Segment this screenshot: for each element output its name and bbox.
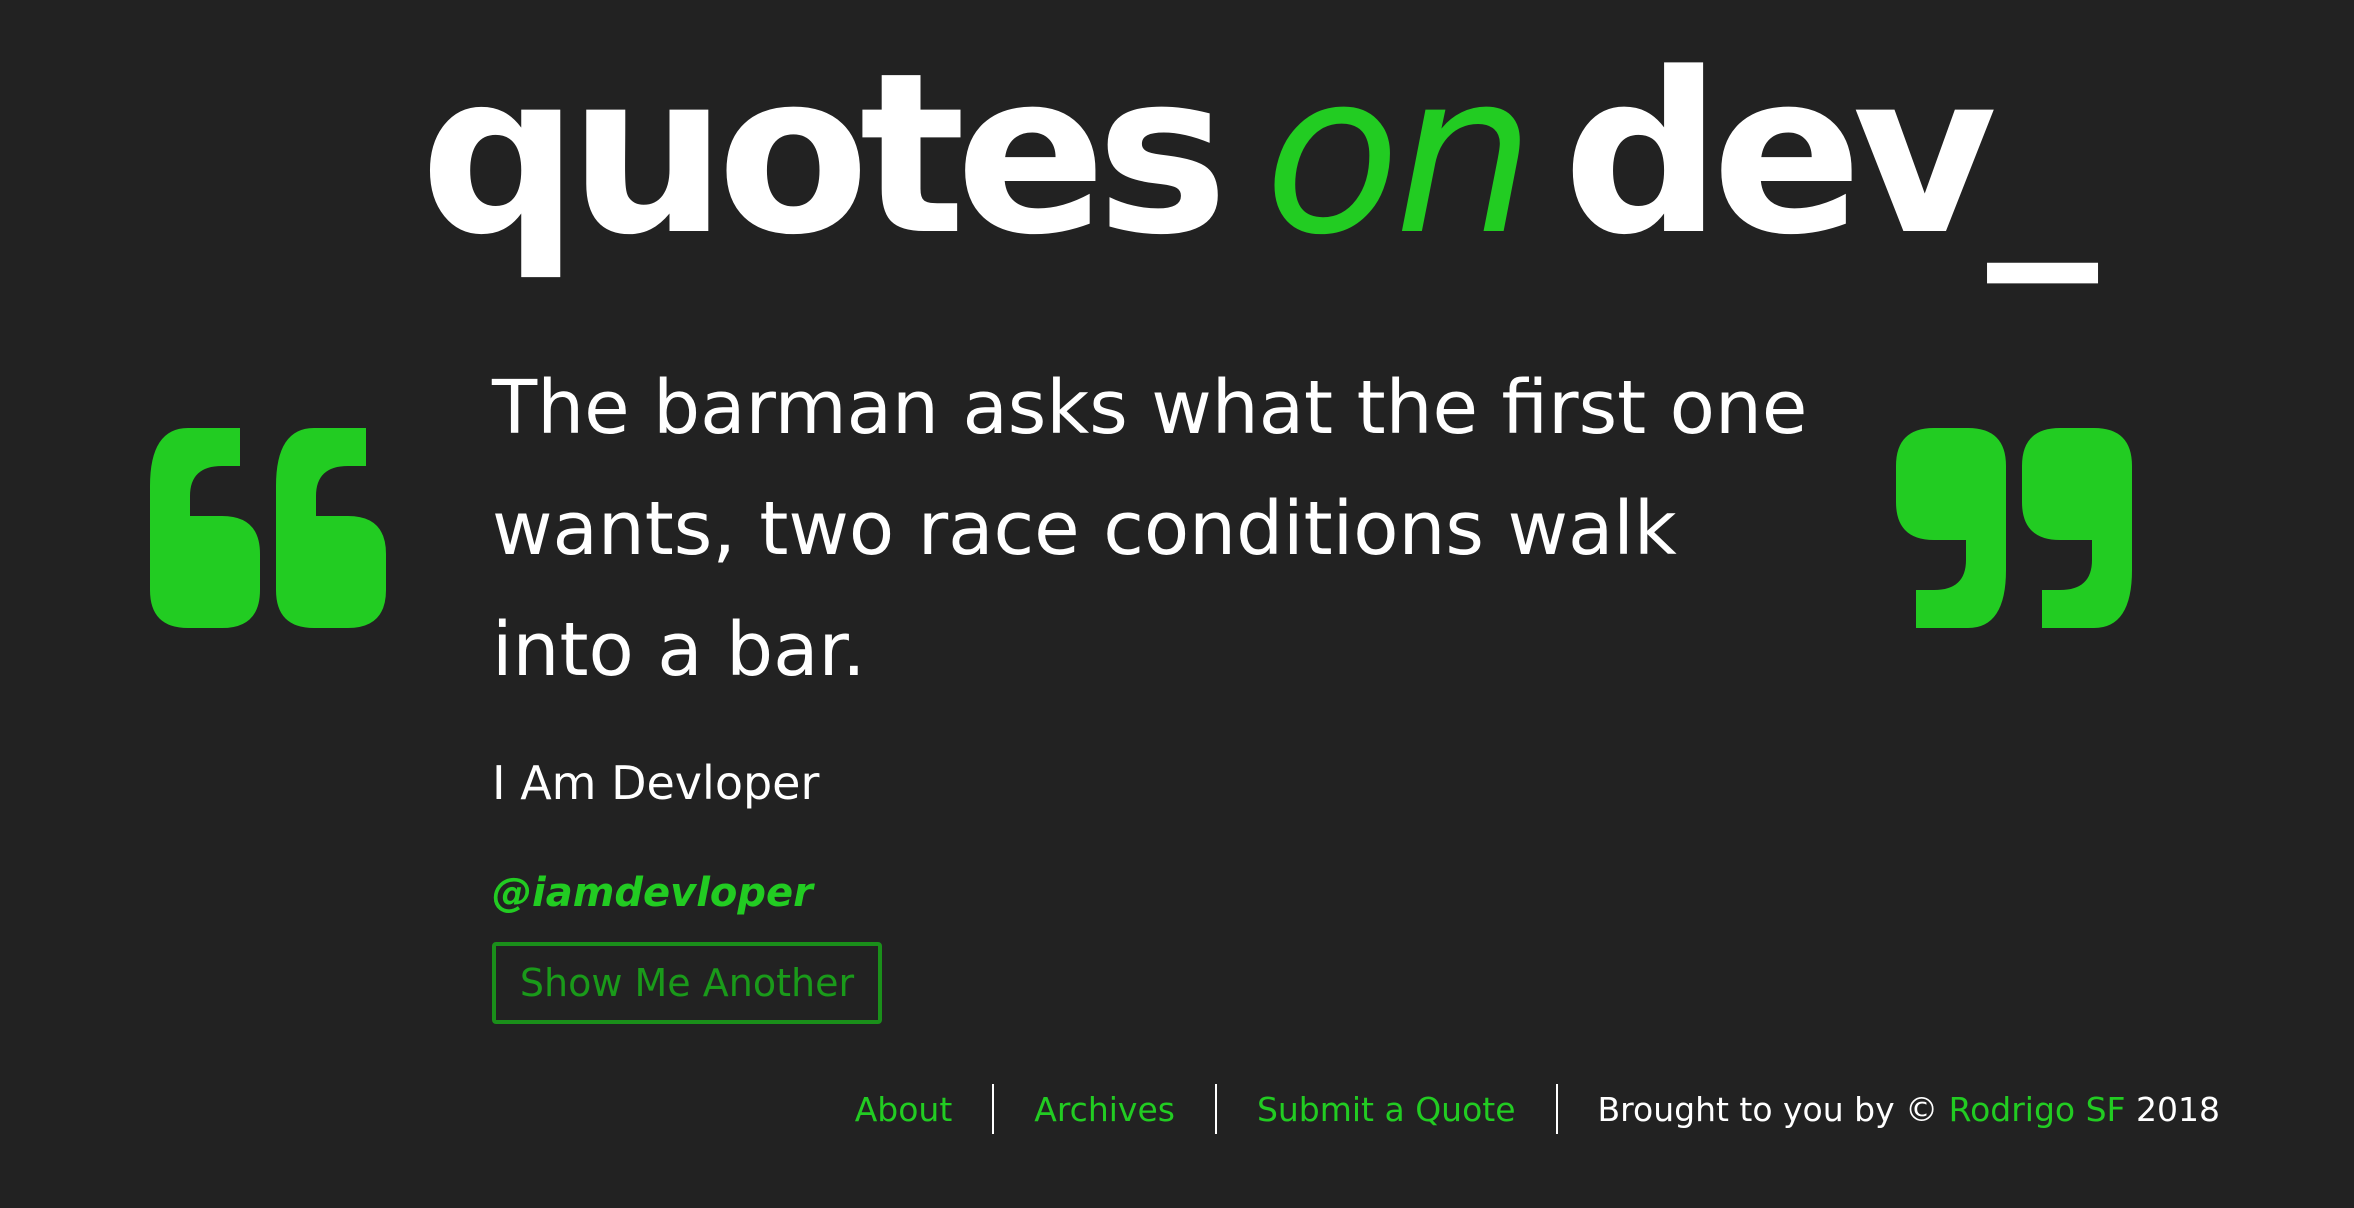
footer: About Archives Submit a Quote Brought to…: [855, 1084, 2220, 1134]
logo-word-quotes: quotes: [420, 26, 1228, 284]
footer-divider: [1214, 1084, 1217, 1134]
logo-word-dev: dev_: [1562, 26, 2098, 284]
show-another-button[interactable]: Show Me Another: [492, 942, 882, 1024]
footer-link-submit-quote[interactable]: Submit a Quote: [1257, 1090, 1516, 1129]
site-logo[interactable]: quotes on dev_: [420, 20, 2098, 290]
quote-author: I Am Devloper: [492, 756, 820, 810]
quote-text: The barman asks what the first one wants…: [492, 365, 1808, 693]
logo-word-on: on: [1264, 26, 1535, 284]
footer-credit-author-link[interactable]: Rodrigo SF: [1949, 1090, 2126, 1129]
quote-author-handle[interactable]: @iamdevloper: [492, 858, 813, 928]
footer-link-archives[interactable]: Archives: [1034, 1090, 1175, 1129]
footer-credit: Brought to you by © Rodrigo SF 2018: [1598, 1090, 2220, 1129]
footer-credit-year: 2018: [2136, 1089, 2220, 1129]
footer-link-about[interactable]: About: [855, 1090, 953, 1129]
footer-credit-prefix: Brought to you by ©: [1597, 1089, 1939, 1129]
page: quotes on dev_ The barman asks what the fi…: [0, 0, 2354, 1208]
footer-divider: [1555, 1084, 1558, 1134]
open-quote-icon: [150, 428, 386, 628]
footer-divider: [992, 1084, 995, 1134]
close-quote-icon: [1896, 428, 2132, 628]
